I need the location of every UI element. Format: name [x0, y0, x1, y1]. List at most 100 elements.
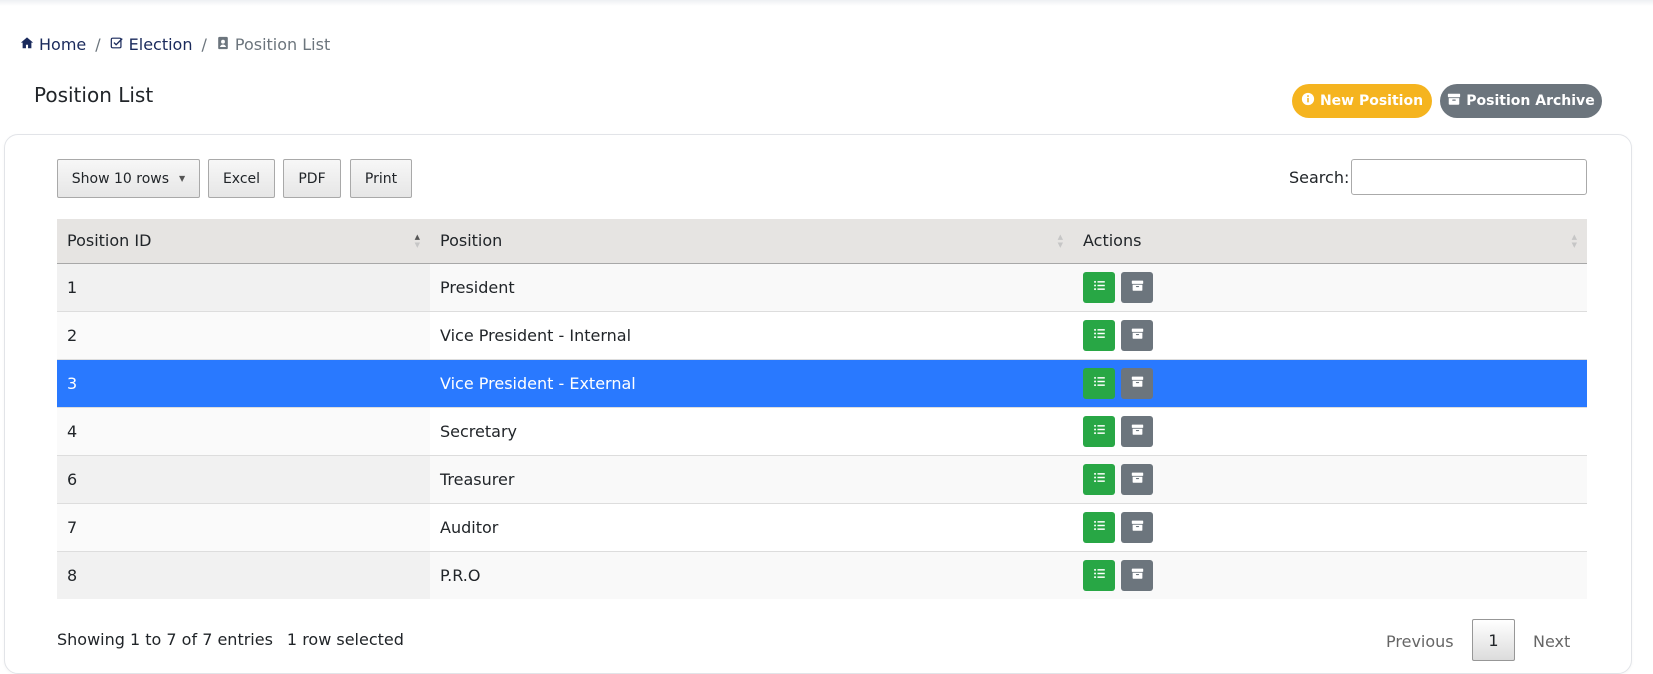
- archive-icon: [1131, 375, 1144, 391]
- cell-actions: [1073, 310, 1587, 359]
- archive-icon: [1131, 423, 1144, 439]
- view-button[interactable]: [1083, 463, 1115, 495]
- archive-button[interactable]: [1121, 415, 1154, 447]
- view-button[interactable]: [1083, 367, 1115, 399]
- selected-info: 1 row selected: [286, 630, 404, 649]
- table-row[interactable]: 6 Treasurer: [57, 454, 1587, 503]
- table-row[interactable]: 2 Vice President - Internal: [57, 310, 1587, 359]
- cell-position: Vice President - External: [430, 358, 1073, 407]
- show-rows-label: Show 10 rows: [71, 170, 170, 187]
- cell-position: Vice President - Internal: [430, 310, 1073, 359]
- cell-actions: [1073, 406, 1587, 455]
- cell-position: Treasurer: [430, 454, 1073, 503]
- breadcrumb-current-label: Position List: [234, 34, 331, 54]
- view-button[interactable]: [1083, 271, 1115, 303]
- breadcrumb-current: Position List: [216, 35, 330, 54]
- cell-actions: [1073, 358, 1587, 407]
- table-row[interactable]: 3 Vice President - External: [57, 358, 1587, 407]
- view-button[interactable]: [1083, 559, 1115, 591]
- column-header-label: Actions: [1083, 231, 1142, 251]
- list-icon: [1093, 567, 1106, 583]
- view-button[interactable]: [1083, 415, 1115, 447]
- cell-position-id: 3: [57, 358, 430, 407]
- archive-button[interactable]: [1121, 367, 1154, 399]
- print-button[interactable]: Print: [350, 159, 412, 198]
- column-header-actions[interactable]: Actions ▲ ▼: [1073, 219, 1587, 264]
- archive-icon: [1447, 92, 1461, 110]
- table-header-row: Position ID ▲ ▼ Position ▲ ▼ Actions ▲ ▼: [57, 219, 1587, 264]
- positions-table: Position ID ▲ ▼ Position ▲ ▼ Actions ▲ ▼ 1P…: [57, 219, 1587, 599]
- archive-icon: [1131, 279, 1144, 295]
- breadcrumb-separator: /: [201, 34, 207, 54]
- cell-position: P.R.O: [430, 550, 1073, 599]
- archive-icon: [1131, 519, 1144, 535]
- cell-position-id: 4: [57, 406, 430, 455]
- pdf-button[interactable]: PDF: [283, 159, 341, 198]
- table-info: Showing 1 to 7 of 7 entries 1 row selecte…: [57, 630, 404, 649]
- breadcrumb: Home / Election / Position List: [20, 33, 330, 55]
- column-header-label: Position ID: [67, 231, 152, 251]
- archive-button[interactable]: [1121, 463, 1154, 495]
- cell-position-id: 1: [57, 263, 430, 311]
- cell-actions: [1073, 454, 1587, 503]
- table-row[interactable]: 4 Secretary: [57, 406, 1587, 455]
- cell-position-id: 2: [57, 310, 430, 359]
- list-icon: [1093, 423, 1106, 439]
- column-header-position-id[interactable]: Position ID ▲ ▼: [57, 219, 430, 264]
- home-icon: [20, 35, 34, 54]
- archive-button[interactable]: [1121, 559, 1154, 591]
- check-square-icon: [110, 35, 124, 54]
- breadcrumb-election-label: Election: [128, 34, 193, 54]
- sort-icon: ▲ ▼: [1057, 233, 1063, 249]
- cell-actions: [1073, 263, 1587, 311]
- breadcrumb-separator: /: [95, 34, 101, 54]
- view-button[interactable]: [1083, 511, 1115, 543]
- breadcrumb-home[interactable]: Home: [20, 35, 86, 54]
- pagination-previous[interactable]: Previous: [1386, 632, 1454, 651]
- sort-icon: ▲ ▼: [1571, 233, 1577, 249]
- table-row[interactable]: 7 Auditor: [57, 502, 1587, 551]
- excel-button[interactable]: Excel: [208, 159, 275, 198]
- archive-icon: [1131, 327, 1144, 343]
- cell-position-id: 8: [57, 550, 430, 599]
- archive-button[interactable]: [1121, 271, 1154, 303]
- caret-down-icon: ▼: [179, 174, 186, 183]
- person-badge-icon: [216, 35, 230, 54]
- page-title: Position List: [34, 83, 154, 107]
- cell-position: Auditor: [430, 502, 1073, 551]
- info-circle-icon: [1301, 92, 1315, 110]
- column-header-position[interactable]: Position ▲ ▼: [430, 219, 1073, 264]
- column-header-label: Position: [440, 231, 503, 251]
- archive-icon: [1131, 567, 1144, 583]
- search-input[interactable]: [1351, 159, 1587, 195]
- breadcrumb-election[interactable]: Election: [110, 34, 193, 54]
- position-archive-label: Position Archive: [1466, 93, 1595, 109]
- show-rows-dropdown[interactable]: Show 10 rows ▼: [57, 159, 200, 198]
- archive-icon: [1131, 471, 1144, 487]
- cell-position-id: 6: [57, 454, 430, 503]
- breadcrumb-home-label: Home: [39, 34, 87, 54]
- pagination-next[interactable]: Next: [1533, 632, 1570, 651]
- entries-info: Showing 1 to 7 of 7 entries: [57, 630, 273, 649]
- new-position-button[interactable]: New Position: [1292, 84, 1432, 118]
- search-label: Search:: [1289, 168, 1350, 187]
- cell-position: Secretary: [430, 406, 1073, 455]
- position-archive-button[interactable]: Position Archive: [1440, 84, 1602, 118]
- list-icon: [1093, 279, 1106, 295]
- view-button[interactable]: [1083, 319, 1115, 351]
- cell-position: President: [430, 263, 1073, 311]
- list-icon: [1093, 327, 1106, 343]
- archive-button[interactable]: [1121, 319, 1154, 351]
- table-row[interactable]: 1 President: [57, 263, 1587, 311]
- cell-actions: [1073, 502, 1587, 551]
- list-icon: [1093, 375, 1106, 391]
- table-row[interactable]: 8 P.R.O: [57, 550, 1587, 599]
- cell-actions: [1073, 550, 1587, 599]
- new-position-label: New Position: [1319, 93, 1424, 109]
- sort-ascending-icon: ▲ ▼: [414, 233, 420, 249]
- archive-button[interactable]: [1121, 511, 1154, 543]
- cell-position-id: 7: [57, 502, 430, 551]
- list-icon: [1093, 519, 1106, 535]
- top-bar: [0, 0, 1653, 6]
- list-icon: [1093, 471, 1106, 487]
